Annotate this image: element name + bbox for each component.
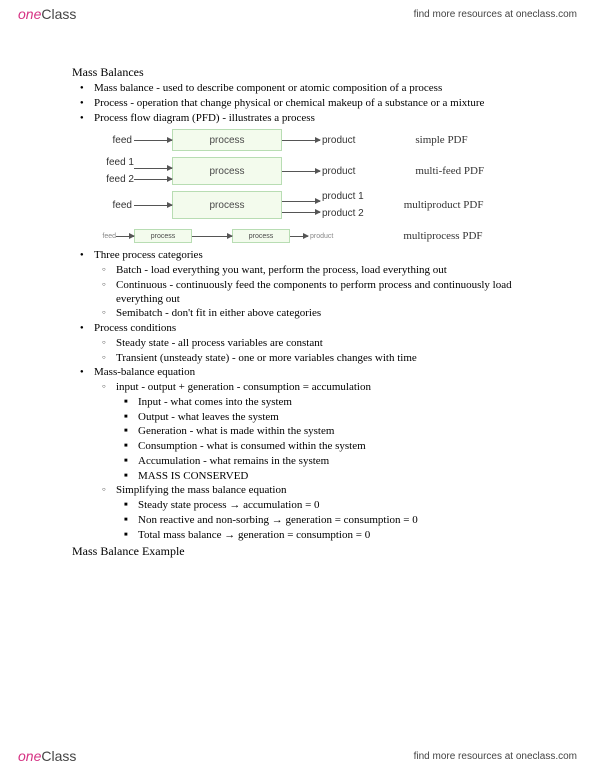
- bullet-mass-balance: Mass balance - used to describe componen…: [72, 82, 547, 96]
- arrow-icon: [116, 236, 134, 237]
- eq-input: Input - what comes into the system: [116, 396, 547, 410]
- simp-total: Total mass balance → generation = consum…: [116, 529, 547, 543]
- eq-head: Mass-balance equation: [72, 366, 547, 380]
- arrow-icon: [134, 205, 172, 206]
- cat-head: Three process categories: [72, 249, 547, 263]
- arrow-icon: [192, 236, 232, 237]
- eq-accumulation: Accumulation - what remains in the syste…: [116, 455, 547, 469]
- cond-head-list: Process conditions: [72, 322, 547, 336]
- brand-one: one: [18, 748, 41, 764]
- eq-line-list: input - output + generation - consumptio…: [94, 381, 547, 395]
- arrow-icon: [282, 171, 320, 172]
- feed-stack: feed 1 feed 2: [94, 157, 134, 185]
- simp-list: Steady state process → accumulation = 0 …: [116, 499, 547, 542]
- simp-head: Simplifying the mass balance equation: [94, 484, 547, 498]
- top-bullet-list: Mass balance - used to describe componen…: [72, 82, 547, 125]
- caption-multiprocess: multiprocess PDF: [403, 230, 482, 242]
- cond-head: Process conditions: [72, 322, 547, 336]
- cond-transient: Transient (unsteady state) - one or more…: [94, 352, 547, 366]
- diagram-multiproduct: feed process product 1 product 2 multipr…: [94, 191, 547, 219]
- arrow-icon: [282, 212, 320, 213]
- document-body: Mass Balances Mass balance - used to des…: [72, 65, 547, 559]
- caption-multiproduct: multiproduct PDF: [404, 199, 484, 211]
- product1-label: product 1: [322, 191, 364, 202]
- cat-list: Batch - load everything you want, perfor…: [94, 264, 547, 321]
- process-box: process: [172, 191, 282, 219]
- feed-label: feed: [94, 200, 134, 211]
- arrow-icon: [134, 168, 172, 169]
- feed1-label: feed 1: [94, 157, 134, 168]
- process-box: process: [232, 229, 290, 243]
- feed2-label: feed 2: [94, 174, 134, 185]
- product-label: product: [308, 233, 333, 240]
- brand-class: Class: [41, 748, 76, 764]
- bullet-process: Process - operation that change physical…: [72, 97, 547, 111]
- header-resources-link[interactable]: find more resources at oneclass.com: [414, 9, 577, 20]
- cat-batch: Batch - load everything you want, perfor…: [94, 264, 547, 278]
- eq-sub-list: Input - what comes into the system Outpu…: [116, 396, 547, 484]
- arrow-icon: [134, 179, 172, 180]
- example-title: Mass Balance Example: [72, 544, 547, 559]
- brand-class: Class: [41, 6, 76, 22]
- arrow-stack: [134, 162, 172, 181]
- doc-title: Mass Balances: [72, 65, 547, 80]
- page-footer: oneClass find more resources at oneclass…: [0, 742, 595, 770]
- brand-logo: oneClass: [18, 6, 76, 22]
- process-box: process: [172, 157, 282, 185]
- process-box: process: [134, 229, 192, 243]
- mid-bullet-list: Three process categories: [72, 249, 547, 263]
- arrow-icon: [282, 140, 320, 141]
- brand-one: one: [18, 6, 41, 22]
- caption-multifeed: multi-feed PDF: [415, 165, 484, 177]
- eq-mass-conserved: MASS IS CONSERVED: [116, 470, 547, 484]
- arrow-icon: [134, 140, 172, 141]
- process-box: process: [172, 129, 282, 151]
- eq-generation: Generation - what is made within the sys…: [116, 425, 547, 439]
- cat-semibatch: Semibatch - don't fit in either above ca…: [94, 307, 547, 321]
- simp-nonreactive: Non reactive and non-sorbing → generatio…: [116, 514, 547, 528]
- bullet-pfd: Process flow diagram (PFD) - illustrates…: [72, 112, 547, 126]
- eq-output: Output - what leaves the system: [116, 411, 547, 425]
- cond-steady: Steady state - all process variables are…: [94, 337, 547, 351]
- pfd-diagrams: feed process product simple PDF feed 1 f…: [94, 129, 547, 243]
- diagram-simple: feed process product simple PDF: [94, 129, 547, 151]
- product-label: product: [320, 135, 355, 146]
- simp-steady: Steady state process → accumulation = 0: [116, 499, 547, 513]
- brand-logo: oneClass: [18, 748, 76, 764]
- eq-line: input - output + generation - consumptio…: [94, 381, 547, 395]
- simp-head-list: Simplifying the mass balance equation: [94, 484, 547, 498]
- page-header: oneClass find more resources at oneclass…: [0, 0, 595, 28]
- arrow-icon: [282, 201, 320, 202]
- feed-label: feed: [94, 135, 134, 146]
- feed-label: feed: [94, 233, 116, 240]
- eq-consumption: Consumption - what is consumed within th…: [116, 440, 547, 454]
- diagram-multifeed: feed 1 feed 2 process product multi-feed…: [94, 157, 547, 185]
- caption-simple: simple PDF: [415, 134, 467, 146]
- eq-head-list: Mass-balance equation: [72, 366, 547, 380]
- footer-resources-link[interactable]: find more resources at oneclass.com: [414, 751, 577, 762]
- product-stack: product 1 product 2: [320, 191, 364, 219]
- product-label: product: [320, 166, 355, 177]
- diagram-multiprocess: feed process process product multiproces…: [94, 229, 547, 243]
- arrow-stack: [282, 196, 320, 214]
- product2-label: product 2: [322, 208, 364, 219]
- arrow-icon: [290, 236, 308, 237]
- cond-list: Steady state - all process variables are…: [94, 337, 547, 366]
- cat-continuous: Continuous - continuously feed the compo…: [94, 279, 547, 307]
